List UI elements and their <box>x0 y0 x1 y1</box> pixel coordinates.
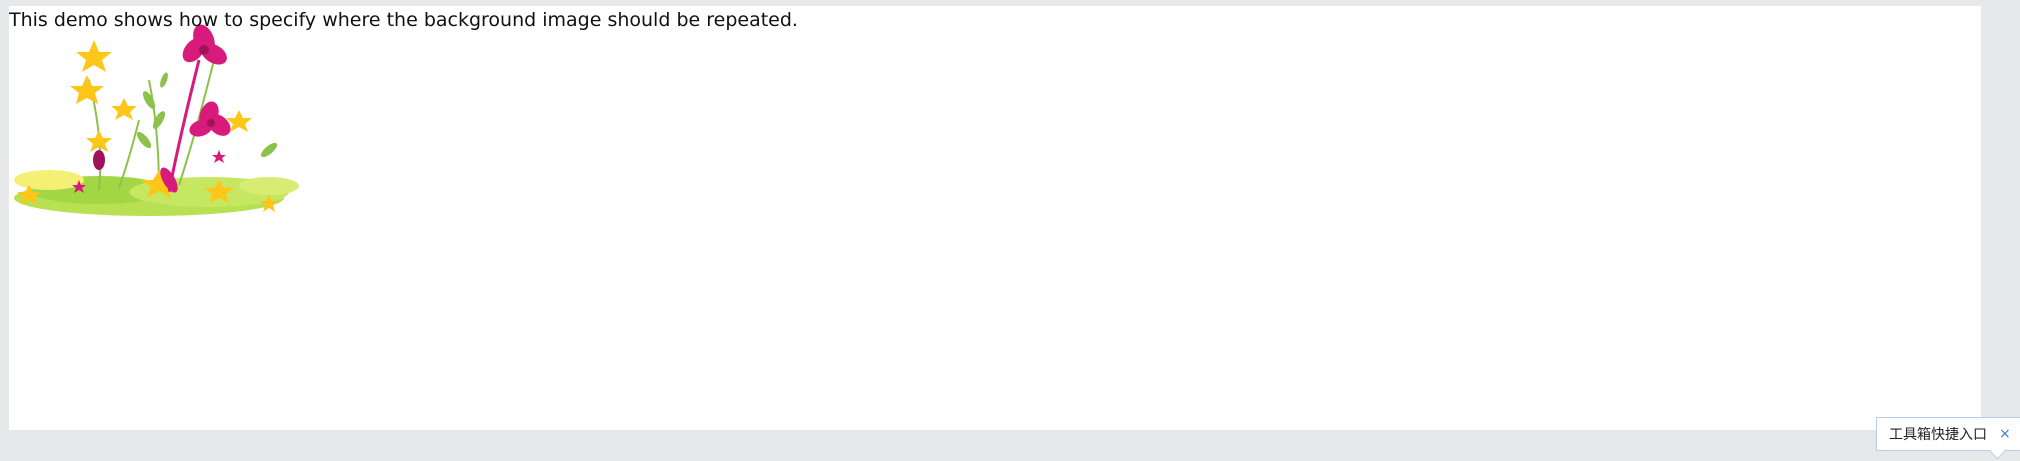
tooltip-caret <box>1989 443 2006 460</box>
demo-frame: This demo shows how to specify where the… <box>9 6 1981 430</box>
demo-description: This demo shows how to specify where the… <box>9 9 798 31</box>
flower-background-image <box>14 24 299 216</box>
close-icon[interactable]: × <box>1999 426 2011 442</box>
toolbox-shortcut-button[interactable]: 工具箱快捷入口 × <box>1876 417 2020 460</box>
toolbox-shortcut-label: 工具箱快捷入口 <box>1889 427 1987 443</box>
